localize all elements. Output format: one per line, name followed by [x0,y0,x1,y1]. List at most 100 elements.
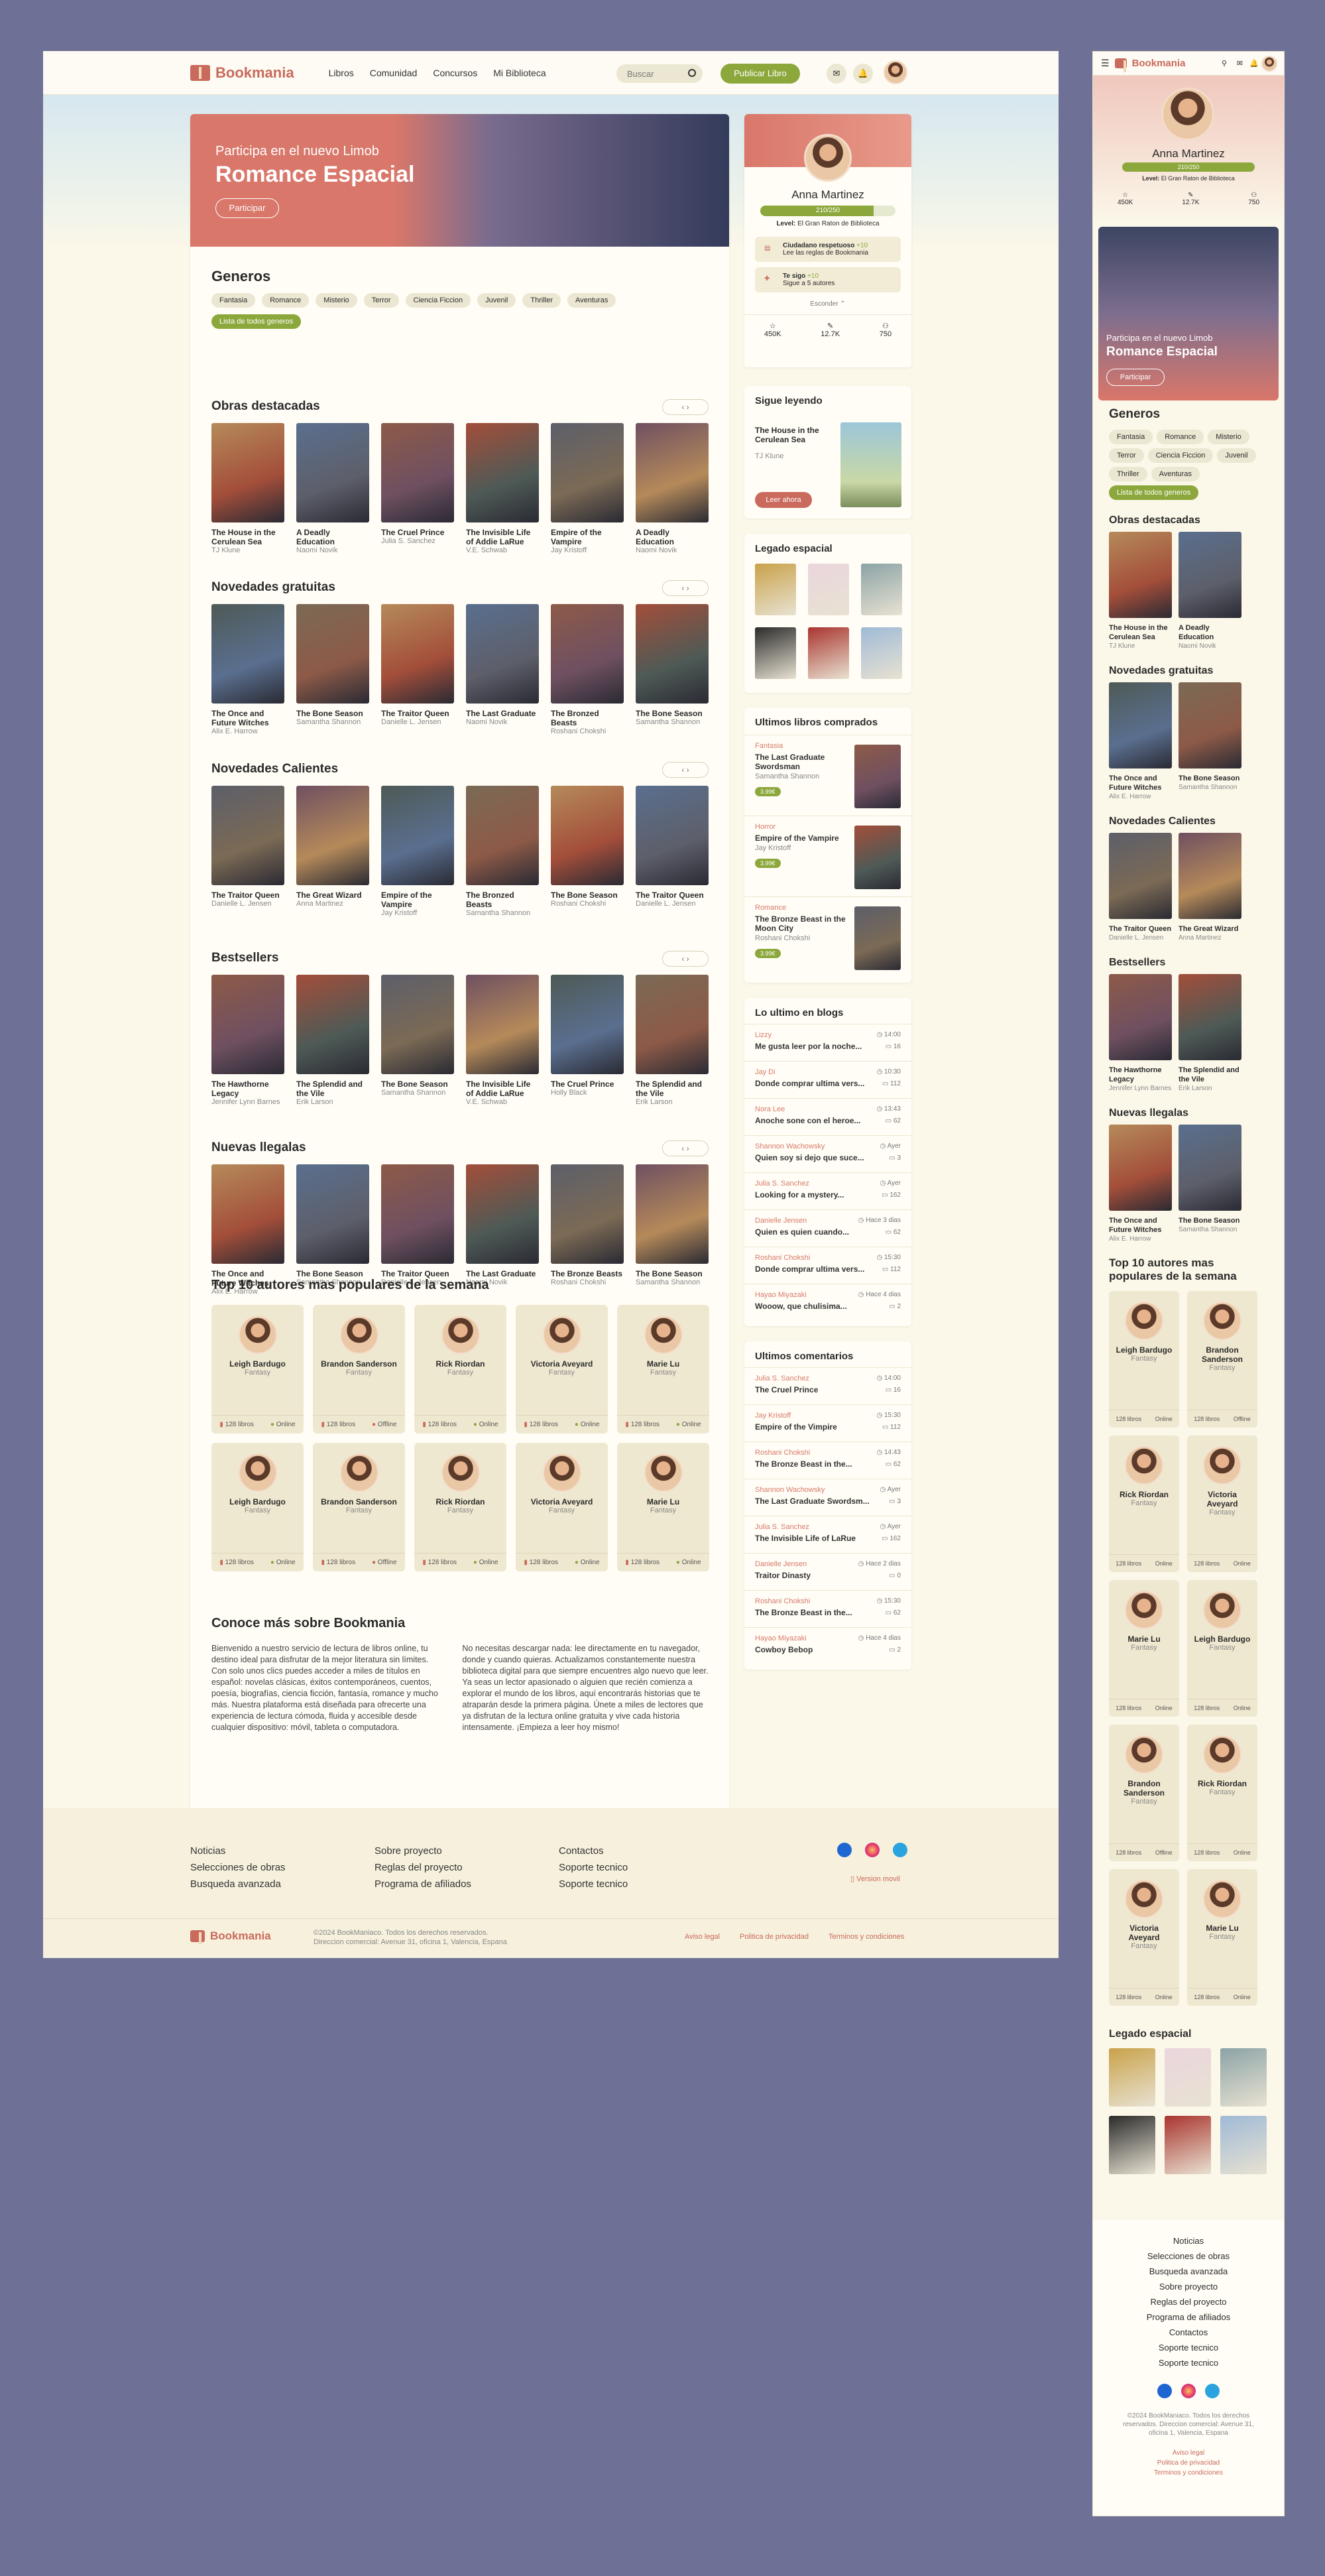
author-avatar[interactable] [1125,1735,1163,1774]
book-card[interactable]: The Invisible Life of Addie LaRue V.E. Sc… [466,975,539,1107]
footer-link[interactable]: Sobre proyecto [1093,2279,1284,2294]
blog-item[interactable]: Roshani Chokshi Donde comprar ultima vers… [744,1247,911,1284]
nav-libros[interactable]: Libros [329,68,354,78]
footer-link[interactable]: Busqueda avanzada [190,1876,285,1892]
carousel-arrows[interactable]: ‹ › [662,580,709,596]
author-avatar[interactable] [542,1453,581,1492]
nav-mi-biblioteca[interactable]: Mi Biblioteca [493,68,546,78]
carousel-arrows[interactable]: ‹ › [662,762,709,778]
book-card[interactable]: Empire of the Vampire Jay Kristoff [551,423,624,555]
book-card[interactable]: The Bronzed Beasts Roshani Chokshi [551,604,624,736]
book-card[interactable]: The Bone Season Samantha Shannon [381,975,454,1107]
comment-item[interactable]: Hayao Miyazaki Cowboy Bebop ◷ Hace 4 dias ▭… [744,1627,911,1664]
footer-link[interactable]: Contactos [559,1843,628,1859]
profile-avatar[interactable] [804,134,852,182]
book-cover[interactable] [296,1164,369,1264]
legacy-thumb[interactable] [861,564,902,615]
footer-link[interactable]: Sobre proyecto [374,1843,471,1859]
author-avatar[interactable] [1203,1591,1241,1629]
genre-chip[interactable]: Misterio [1208,430,1249,444]
purchase-cover[interactable] [854,745,901,808]
book-cover[interactable] [1109,1125,1172,1211]
author-avatar[interactable] [542,1316,581,1354]
book-card[interactable]: The Once and Future Witches Alix E. Harro… [211,604,284,736]
book-card[interactable]: The Bronze Beasts Roshani Chokshi [551,1164,624,1296]
comment-item[interactable]: Julia S. Sanchez The Invisible Life of La… [744,1516,911,1553]
search-input[interactable]: Buscar [616,64,703,83]
legacy-thumb[interactable] [808,627,849,679]
book-cover[interactable] [296,604,369,704]
author-avatar[interactable] [1203,1302,1241,1340]
legacy-thumb[interactable] [1109,2116,1155,2174]
book-cover[interactable] [1109,833,1172,919]
footer-link[interactable]: Soporte tecnico [1093,2355,1284,2370]
legacy-thumb[interactable] [1165,2048,1211,2107]
genre-chip[interactable]: Thriller [522,293,561,308]
book-cover[interactable] [636,975,709,1074]
legacy-thumb[interactable] [1220,2048,1267,2107]
book-card[interactable]: The Splendid and the Vile Erik Larson [296,975,369,1107]
footer-link[interactable]: Noticias [190,1843,285,1859]
book-cover[interactable] [296,975,369,1074]
author-card[interactable]: Brandon Sanderson Fantasy 128 libros Offlin… [1109,1725,1179,1861]
logo[interactable]: Bookmania [190,64,294,82]
author-avatar[interactable] [1125,1446,1163,1485]
comment-item[interactable]: Roshani Chokshi The Bronze Beast in the..… [744,1590,911,1627]
book-card[interactable]: The Bronzed Beasts Samantha Shannon [466,786,539,918]
genre-chip[interactable]: Juvenil [1217,448,1256,463]
footer-logo[interactable]: Bookmania [190,1930,271,1944]
book-card[interactable]: The Last Graduate Naomi Novik [466,604,539,736]
book-cover[interactable] [1109,682,1172,768]
author-card[interactable]: Brandon Sanderson Fantasy ▮ 128 libros ● Of… [313,1443,405,1571]
mobile-version-link[interactable]: ▯ Version movil [850,1874,900,1883]
mobile-logo[interactable]: Bookmania [1114,58,1185,72]
legacy-thumb[interactable] [755,627,796,679]
telegram-icon[interactable] [1205,2384,1220,2398]
author-card[interactable]: Rick Riordan Fantasy 128 libros Online [1187,1725,1257,1861]
author-card[interactable]: Marie Lu Fantasy ▮ 128 libros ● Online [617,1443,709,1571]
author-avatar[interactable] [238,1453,277,1492]
genre-chip[interactable]: Fantasia [211,293,256,308]
purchase-cover[interactable] [854,906,901,970]
author-card[interactable]: Rick Riordan Fantasy ▮ 128 libros ● Online [414,1443,506,1571]
book-card[interactable]: The Traitor Queen Danielle L. Jensen [211,786,284,918]
book-cover[interactable] [1179,532,1241,618]
book-cover[interactable] [296,786,369,885]
blog-item[interactable]: Jay Di Donde comprar ultima vers... ◷ 10:3… [744,1061,911,1098]
author-avatar[interactable] [339,1453,378,1492]
genre-chip[interactable]: Terror [363,293,399,308]
blog-item[interactable]: Shannon Wachowsky Quien soy si dejo que s… [744,1135,911,1172]
book-cover[interactable] [211,423,284,522]
book-cover[interactable] [551,786,624,885]
author-card[interactable]: Victoria Aveyard Fantasy ▮ 128 libros ● Onl… [516,1305,608,1434]
footer-link[interactable]: Programa de afiliados [1093,2309,1284,2325]
legacy-thumb[interactable] [1220,2116,1267,2174]
book-card[interactable]: The Traitor Queen Danielle L. Jensen [381,604,454,736]
author-avatar[interactable] [1203,1880,1241,1918]
book-cover[interactable] [551,423,624,522]
bell-icon[interactable]: 🔔 [1249,59,1259,68]
legacy-thumb[interactable] [1109,2048,1155,2107]
genre-chip[interactable]: Ciencia Ficcion [1147,448,1214,463]
author-avatar[interactable] [1125,1880,1163,1918]
book-card[interactable]: The Great Wizard Anna Martinez [1179,833,1241,942]
read-now-button[interactable]: Leer ahora [755,492,812,508]
author-card[interactable]: Leigh Bardugo Fantasy ▮ 128 libros ● Online [211,1305,304,1434]
user-avatar[interactable] [884,60,907,84]
genre-chip[interactable]: Romance [262,293,310,308]
author-card[interactable]: Victoria Aveyard Fantasy ▮ 128 libros ● Onl… [516,1443,608,1571]
book-cover[interactable] [1179,682,1241,768]
carousel-arrows[interactable]: ‹ › [662,399,709,415]
book-cover[interactable] [636,786,709,885]
footer-link[interactable]: Soporte tecnico [559,1859,628,1876]
book-cover[interactable] [636,604,709,704]
menu-icon[interactable]: ☰ [1101,58,1110,69]
terms-link[interactable]: Terminos y condiciones [829,1933,904,1941]
privacy-link[interactable]: Politica de privacidad [1093,2458,1284,2468]
genre-chip[interactable]: Aventuras [1151,467,1200,481]
book-card[interactable]: The Invisible Life of Addie LaRue V.E. Sc… [466,423,539,555]
book-cover[interactable] [466,1164,539,1264]
purchased-item[interactable]: Romance The Bronze Beast in the Moon City… [744,896,911,977]
privacy-link[interactable]: Politica de privacidad [740,1933,809,1941]
book-card[interactable]: The Bone Season Roshani Chokshi [551,786,624,918]
